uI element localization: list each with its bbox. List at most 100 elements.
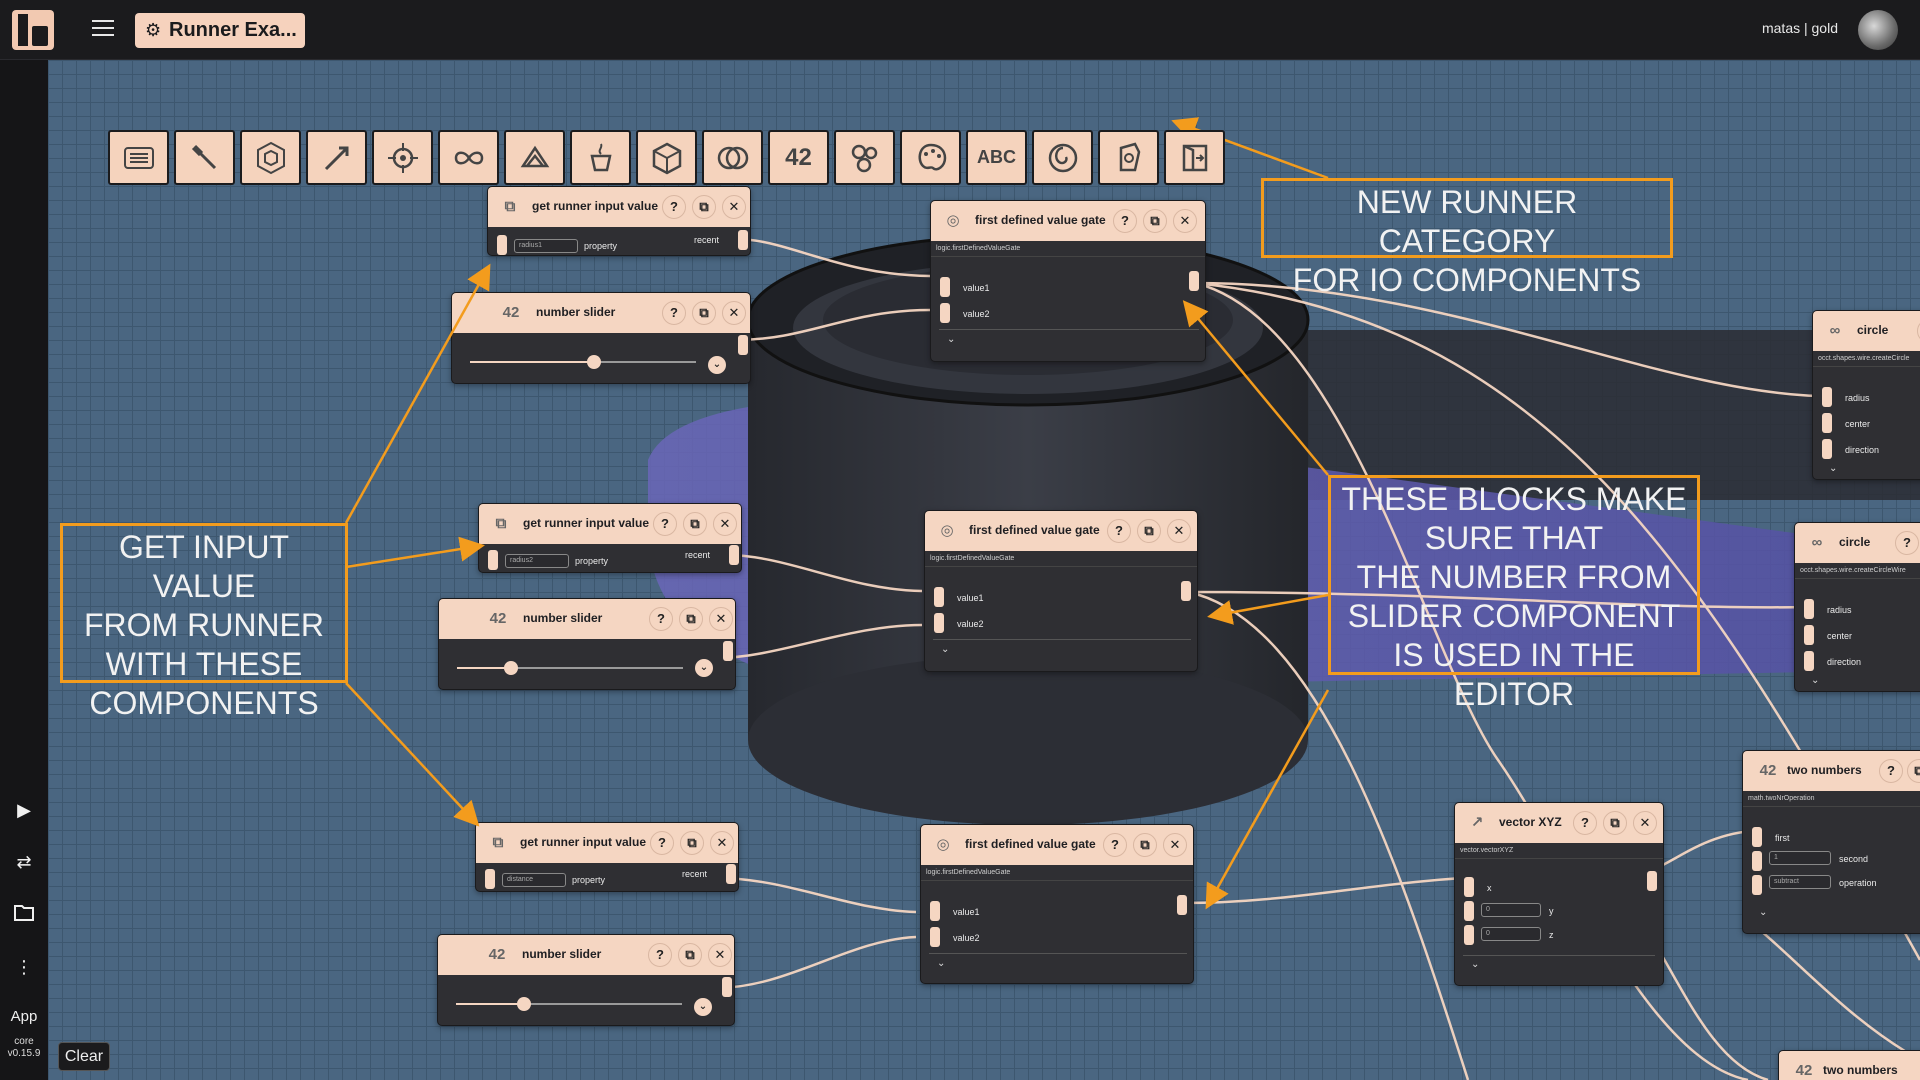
copy-icon[interactable]: ⧉ [1907, 759, 1920, 783]
slider-knob[interactable] [587, 355, 602, 369]
help-button[interactable]: ? [1113, 209, 1137, 233]
output-port[interactable] [1177, 895, 1187, 915]
output-port[interactable] [723, 641, 733, 661]
hamburger-menu-icon[interactable] [92, 20, 114, 38]
input-port[interactable] [940, 303, 950, 323]
expand-chevron-icon[interactable]: ⌄ [1811, 675, 1819, 686]
two-numbers-node-2[interactable]: 42 two numbers [1778, 1050, 1920, 1080]
number-slider-node-2[interactable]: 42 number slider ? ⧉ ✕ ⌄ [438, 598, 736, 690]
tool-runner[interactable] [1164, 130, 1225, 185]
copy-icon[interactable]: ⧉ [683, 512, 707, 536]
z-value-input[interactable]: 0 [1481, 927, 1541, 941]
input-port[interactable] [930, 927, 940, 947]
input-port[interactable] [934, 587, 944, 607]
input-port[interactable] [1752, 827, 1762, 847]
play-icon[interactable]: ▶ [10, 798, 38, 822]
copy-icon[interactable]: ⧉ [1603, 811, 1627, 835]
input-port[interactable] [940, 277, 950, 297]
tool-cup[interactable] [570, 130, 631, 185]
app-logo[interactable] [12, 10, 54, 50]
node-header[interactable]: ∞ circle ? [1813, 311, 1920, 351]
tool-number[interactable]: 42 [768, 130, 829, 185]
close-icon[interactable]: ✕ [710, 831, 734, 855]
node-header[interactable]: 42 two numbers [1779, 1051, 1920, 1080]
tool-hexagon[interactable] [240, 130, 301, 185]
tool-cube[interactable] [636, 130, 697, 185]
operation-select[interactable]: subtract [1769, 875, 1831, 889]
node-header[interactable]: ⧉ get runner input value ? ⧉ ✕ [479, 504, 741, 544]
tool-text[interactable]: ABC [966, 130, 1027, 185]
tool-spiral[interactable] [1032, 130, 1093, 185]
tool-target[interactable] [372, 130, 433, 185]
tool-io-shape[interactable] [1098, 130, 1159, 185]
editor-canvas[interactable]: 42 ABC ⧉ get runner input value ? ⧉ ✕ ra… [48, 60, 1920, 1080]
node-header[interactable]: ◎ first defined value gate ? ⧉ ✕ [921, 825, 1193, 865]
get-runner-input-node-2[interactable]: ⧉ get runner input value ? ⧉ ✕ radius2 p… [478, 503, 742, 573]
node-header[interactable]: ↗ vector XYZ ? ⧉ ✕ [1455, 803, 1663, 843]
input-port[interactable] [934, 613, 944, 633]
input-port[interactable] [930, 901, 940, 921]
tool-wrench[interactable] [174, 130, 235, 185]
get-runner-input-node-1[interactable]: ⧉ get runner input value ? ⧉ ✕ radius1 p… [487, 186, 751, 256]
app-label[interactable]: App [0, 1008, 48, 1025]
copy-icon[interactable]: ⧉ [1137, 519, 1161, 543]
two-numbers-node-1[interactable]: 42 two numbers ? ⧉ math.twoNrOperation f… [1742, 750, 1920, 934]
expand-chevron-icon[interactable]: ⌄ [1759, 907, 1767, 918]
close-icon[interactable]: ✕ [1633, 811, 1657, 835]
clear-button[interactable]: Clear [58, 1042, 110, 1071]
expand-chevron-icon[interactable]: ⌄ [1829, 463, 1837, 474]
copy-icon[interactable]: ⧉ [692, 195, 716, 219]
help-button[interactable]: ? [1895, 531, 1919, 555]
input-port[interactable] [1804, 599, 1814, 619]
tool-logic[interactable] [438, 130, 499, 185]
copy-icon[interactable]: ⧉ [1143, 209, 1167, 233]
property-input[interactable]: radius2 [505, 554, 569, 568]
node-header[interactable]: ◎ first defined value gate ? ⧉ ✕ [925, 511, 1197, 551]
output-port[interactable] [1647, 871, 1657, 891]
expand-chevron-icon[interactable]: ⌄ [1471, 959, 1479, 970]
tool-text-lines[interactable] [108, 130, 169, 185]
project-title-button[interactable]: ⚙ Runner Exa... [135, 13, 305, 48]
input-port[interactable] [1804, 651, 1814, 671]
number-slider[interactable] [452, 293, 750, 383]
input-port[interactable] [1464, 877, 1474, 897]
expand-chevron-icon[interactable]: ⌄ [695, 659, 713, 677]
expand-chevron-icon[interactable]: ⌄ [694, 998, 712, 1016]
input-port[interactable] [1822, 387, 1832, 407]
expand-chevron-icon[interactable]: ⌄ [941, 644, 949, 655]
get-runner-input-node-3[interactable]: ⧉ get runner input value ? ⧉ ✕ distance … [475, 822, 739, 892]
number-slider[interactable] [439, 599, 735, 689]
first-defined-value-gate-node-1[interactable]: ◎ first defined value gate ? ⧉ ✕ logic.f… [930, 200, 1206, 362]
first-defined-value-gate-node-3[interactable]: ◎ first defined value gate ? ⧉ ✕ logic.f… [920, 824, 1194, 984]
expand-chevron-icon[interactable]: ⌄ [947, 334, 955, 345]
output-port[interactable] [729, 545, 739, 565]
input-port[interactable] [1804, 625, 1814, 645]
number-slider[interactable] [438, 935, 734, 1025]
input-port[interactable] [485, 869, 495, 889]
close-icon[interactable]: ✕ [1173, 209, 1197, 233]
avatar[interactable] [1858, 10, 1898, 50]
input-port[interactable] [1752, 851, 1762, 871]
help-button[interactable]: ? [1107, 519, 1131, 543]
expand-chevron-icon[interactable]: ⌄ [937, 958, 945, 969]
close-icon[interactable]: ✕ [1163, 833, 1187, 857]
y-value-input[interactable]: 0 [1481, 903, 1541, 917]
node-header[interactable]: 42 two numbers ? ⧉ [1743, 751, 1920, 791]
close-icon[interactable]: ✕ [1167, 519, 1191, 543]
node-header[interactable]: ⧉ get runner input value ? ⧉ ✕ [476, 823, 738, 863]
slider-knob[interactable] [504, 661, 519, 675]
input-port[interactable] [497, 235, 507, 255]
circle-node-2[interactable]: ∞ circle ? ⧉ occt.shapes.wire.createCirc… [1794, 522, 1920, 692]
close-icon[interactable]: ✕ [713, 512, 737, 536]
node-header[interactable]: ∞ circle ? ⧉ [1795, 523, 1920, 563]
number-slider-node-1[interactable]: 42 number slider ? ⧉ ✕ ⌄ [451, 292, 751, 384]
output-port[interactable] [1181, 581, 1191, 601]
folder-icon[interactable] [10, 903, 38, 927]
output-port[interactable] [726, 864, 736, 884]
tool-triangle[interactable] [504, 130, 565, 185]
first-defined-value-gate-node-2[interactable]: ◎ first defined value gate ? ⧉ ✕ logic.f… [924, 510, 1198, 672]
swap-icon[interactable]: ⇄ [10, 850, 38, 874]
number-slider-node-3[interactable]: 42 number slider ? ⧉ ✕ ⌄ [437, 934, 735, 1026]
tool-vector[interactable] [306, 130, 367, 185]
help-button[interactable]: ? [650, 831, 674, 855]
